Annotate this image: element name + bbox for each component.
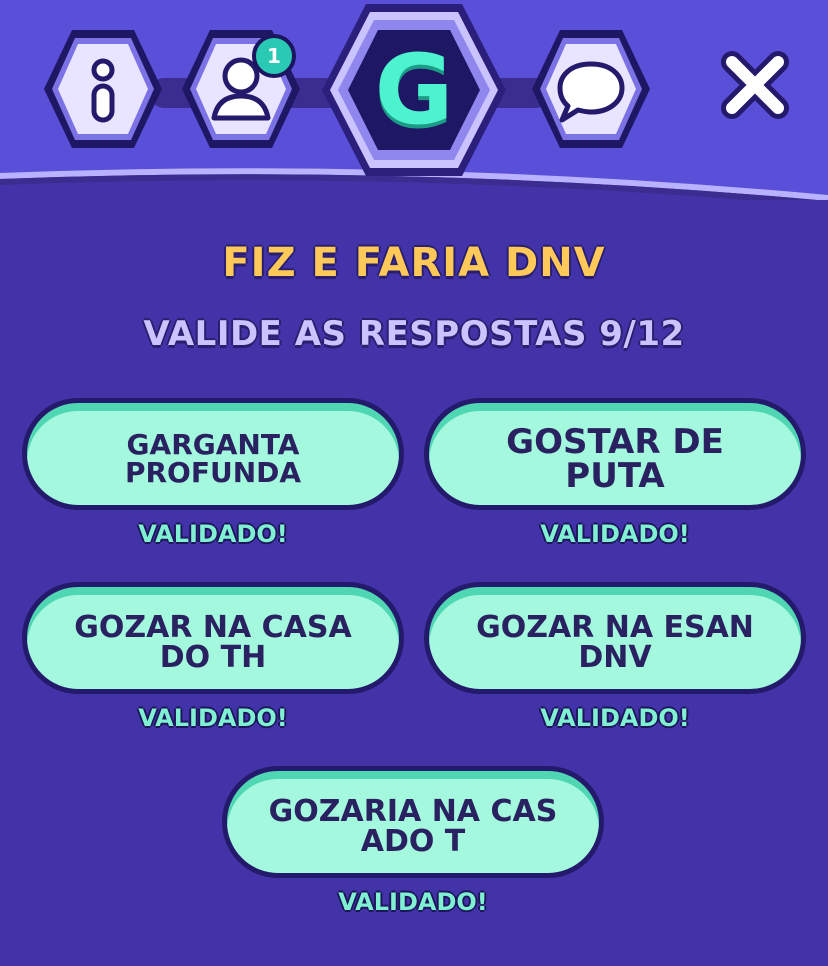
tab-game[interactable] (318, 0, 510, 180)
tab-chat[interactable] (528, 26, 654, 152)
answer-card[interactable]: GOSTAR DE PUTA (424, 398, 806, 510)
close-icon (721, 51, 789, 119)
answer-text: GOZAR NA CASA DO TH (74, 610, 352, 675)
answer-text: GOZARIA NA CAS ADO T (268, 794, 558, 859)
answer-card[interactable]: GOZAR NA CASA DO TH (22, 582, 404, 694)
close-button[interactable] (716, 46, 794, 124)
notification-badge: 1 (252, 34, 296, 78)
answer-text: GOZAR NA ESAN DNV (476, 610, 754, 675)
answer-card[interactable]: GOZARIA NA CAS ADO T (222, 766, 604, 878)
header-bar: 1 G (0, 0, 828, 200)
status-label: VALIDADO! (138, 704, 288, 732)
answer-text: GARGANTA PROFUNDA (124, 428, 302, 489)
answer-text: GOSTAR DE PUTA (506, 422, 724, 496)
status-label: VALIDADO! (540, 520, 690, 548)
status-label: VALIDADO! (138, 520, 288, 548)
validation-progress: VALIDE AS RESPOSTAS 9/12 (143, 314, 685, 354)
category-title: FIZ E FARIA DNV (222, 240, 606, 286)
answer-card[interactable]: GOZAR NA ESAN DNV (424, 582, 806, 694)
tab-info[interactable] (40, 26, 166, 152)
answer-card[interactable]: GARGANTA PROFUNDA (22, 398, 404, 510)
status-label: VALIDADO! (338, 888, 488, 916)
status-label: VALIDADO! (540, 704, 690, 732)
info-icon (91, 58, 115, 123)
